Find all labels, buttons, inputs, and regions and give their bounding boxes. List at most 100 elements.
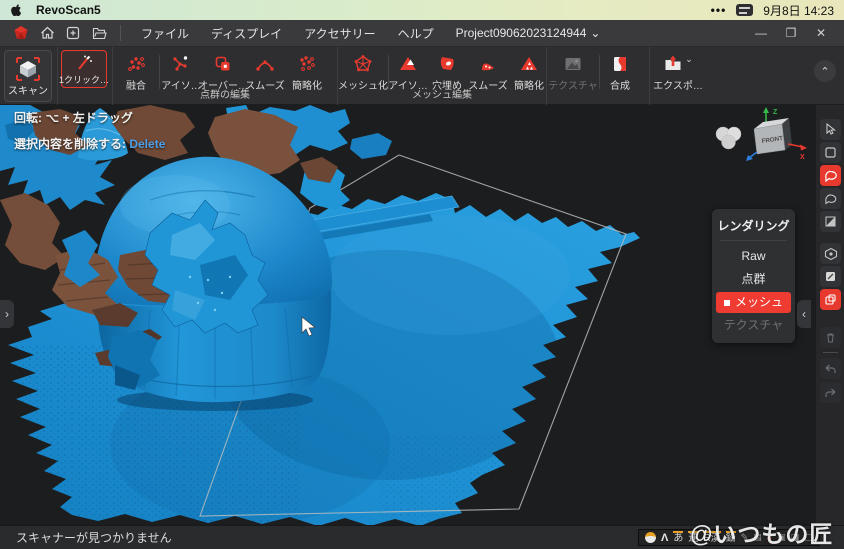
- menu-file[interactable]: ファイル: [141, 25, 189, 42]
- apple-menu-icon[interactable]: [10, 3, 22, 17]
- composite-button[interactable]: 合成: [600, 47, 640, 92]
- smooth-mesh-icon: [478, 54, 498, 74]
- right-panel-collapse-handle[interactable]: ‹: [797, 300, 811, 328]
- export-section: ⌄ エクスポ…: [650, 47, 720, 104]
- export-chevron-icon[interactable]: ⌄: [685, 54, 693, 64]
- scan-label: スキャン: [8, 82, 48, 97]
- texture-image-icon: [563, 54, 583, 74]
- selection-tool-sidebar: [815, 105, 844, 525]
- invert-selection-button[interactable]: [820, 211, 841, 232]
- watermark-text: @いつもの匠: [690, 515, 833, 549]
- revoscan-window: RevoScan5 ••• 9月8日 14:23 ファイル ディスプレイ アクセ…: [0, 0, 844, 549]
- texture-button[interactable]: テクスチャ: [547, 47, 599, 92]
- simplify-mesh-icon: [519, 54, 539, 74]
- input-source-icon[interactable]: [736, 4, 753, 16]
- menubar-clock[interactable]: 9月8日 14:23: [763, 2, 834, 19]
- main-toolbar: スキャン 1クリック…: [0, 47, 844, 105]
- sidebar-separator: [823, 352, 838, 353]
- open-project-icon[interactable]: [88, 24, 110, 42]
- lasso-select-button[interactable]: [820, 165, 841, 186]
- rendering-panel: レンダリング Raw 点群 メッシュ テクスチャ: [712, 209, 795, 343]
- delete-selection-button[interactable]: [820, 327, 841, 348]
- export-folder-icon: [663, 54, 683, 74]
- hint-delete-key: Delete: [129, 137, 165, 151]
- minimize-button[interactable]: —: [748, 26, 774, 40]
- isolation-points-icon: [171, 54, 191, 74]
- window-controls: — ❐ ✕: [748, 26, 834, 40]
- ellipse-lasso-icon: [824, 192, 838, 205]
- axis-z-label: Z: [773, 109, 778, 116]
- mesh-section: メッシュ化 アイソ… 穴埋め: [338, 47, 546, 104]
- menu-help[interactable]: ヘルプ: [398, 25, 434, 42]
- revoscan-logo-icon: [10, 24, 32, 42]
- cursor-arrow-icon: [824, 123, 837, 136]
- ime-pen-icon[interactable]: Λ: [661, 532, 668, 544]
- menubar-more-icon[interactable]: •••: [711, 3, 727, 17]
- ellipse-lasso-button[interactable]: [820, 188, 841, 209]
- select-all-button[interactable]: [820, 243, 841, 264]
- scan-viewport[interactable]: Z FRONT X 回転: ⌥ + 左ドラッグ 選択内容を削除する: Delet…: [0, 105, 815, 525]
- select-cursor-button[interactable]: [820, 119, 841, 140]
- isolation-mesh-icon: [398, 54, 418, 74]
- paint-select-button[interactable]: [820, 266, 841, 287]
- render-mode-texture[interactable]: テクスチャ: [712, 314, 795, 337]
- render-mode-mesh[interactable]: メッシュ: [716, 292, 791, 313]
- toolbar-collapse-button[interactable]: ⌃: [814, 60, 836, 82]
- show-selection-button[interactable]: [820, 289, 841, 310]
- overlap-selection-icon: [824, 293, 837, 306]
- scan-button[interactable]: スキャン: [4, 50, 52, 102]
- redo-button[interactable]: [820, 382, 841, 403]
- lasso-select-icon: [824, 169, 838, 182]
- group-label-pointcloud: 点群の編集: [113, 86, 337, 101]
- rect-select-button[interactable]: [820, 142, 841, 163]
- scene-canvas: Z FRONT X: [0, 105, 815, 525]
- export-button[interactable]: ⌄ エクスポ…: [650, 47, 706, 92]
- status-message: スキャナーが見つかりません: [16, 529, 172, 546]
- selected-bullet-icon: [724, 300, 730, 306]
- close-button[interactable]: ✕: [808, 26, 834, 40]
- undo-button[interactable]: [820, 358, 841, 379]
- macos-menubar: RevoScan5 ••• 9月8日 14:23: [0, 0, 844, 20]
- hint-delete: 選択内容を削除する: Delete: [14, 135, 165, 152]
- redo-icon: [824, 387, 837, 399]
- one-click-button[interactable]: 1クリック…: [61, 50, 107, 88]
- rect-select-icon: [824, 146, 837, 159]
- render-mode-pointcloud[interactable]: 点群: [712, 268, 795, 291]
- restore-button[interactable]: ❐: [778, 26, 804, 40]
- hint-rotate: 回転: ⌥ + 左ドラッグ: [14, 109, 133, 126]
- magic-wand-icon: [75, 55, 93, 71]
- left-panel-expand-handle[interactable]: ›: [0, 300, 14, 328]
- menubar-app-name[interactable]: RevoScan5: [36, 3, 101, 17]
- paint-select-icon: [824, 270, 837, 283]
- app-titlebar: ファイル ディスプレイ アクセサリー ヘルプ Project0906202312…: [0, 20, 844, 47]
- panel-divider: [720, 240, 787, 241]
- one-click-section: 1クリック…: [58, 47, 112, 104]
- app-menus: ファイル ディスプレイ アクセサリー ヘルプ: [141, 25, 434, 42]
- titlebar-separator: [120, 25, 121, 41]
- new-project-icon[interactable]: [62, 24, 84, 42]
- group-label-mesh: メッシュ編集: [338, 86, 546, 101]
- project-selector[interactable]: Project09062023124944 ⌄: [456, 26, 601, 40]
- menu-display[interactable]: ディスプレイ: [211, 25, 282, 42]
- overlap-icon: [213, 54, 233, 74]
- chevron-down-icon: ⌄: [590, 26, 600, 40]
- fusion-icon: [126, 54, 146, 74]
- home-icon[interactable]: [36, 24, 58, 42]
- ime-palette-icon[interactable]: [645, 532, 656, 543]
- project-name: Project09062023124944: [456, 26, 587, 40]
- pointcloud-section: 融合 アイソ… オーバー…: [113, 47, 337, 104]
- render-mode-raw[interactable]: Raw: [712, 245, 795, 268]
- rendering-panel-title: レンダリング: [712, 209, 795, 240]
- menu-accessory[interactable]: アクセサリー: [304, 25, 375, 42]
- simplify-points-icon: [297, 54, 317, 74]
- texture-section: テクスチャ 合成: [547, 47, 649, 104]
- invert-selection-icon: [824, 215, 837, 228]
- ime-mode-hiragana[interactable]: あ: [673, 531, 683, 544]
- smooth-curve-icon: [255, 54, 275, 74]
- undo-icon: [824, 363, 837, 375]
- hole-fill-icon: [437, 54, 457, 74]
- select-all-icon: [824, 247, 838, 261]
- meshify-icon: [353, 54, 373, 74]
- scan-section: スキャン: [0, 47, 57, 104]
- axis-x-label: X: [800, 154, 805, 161]
